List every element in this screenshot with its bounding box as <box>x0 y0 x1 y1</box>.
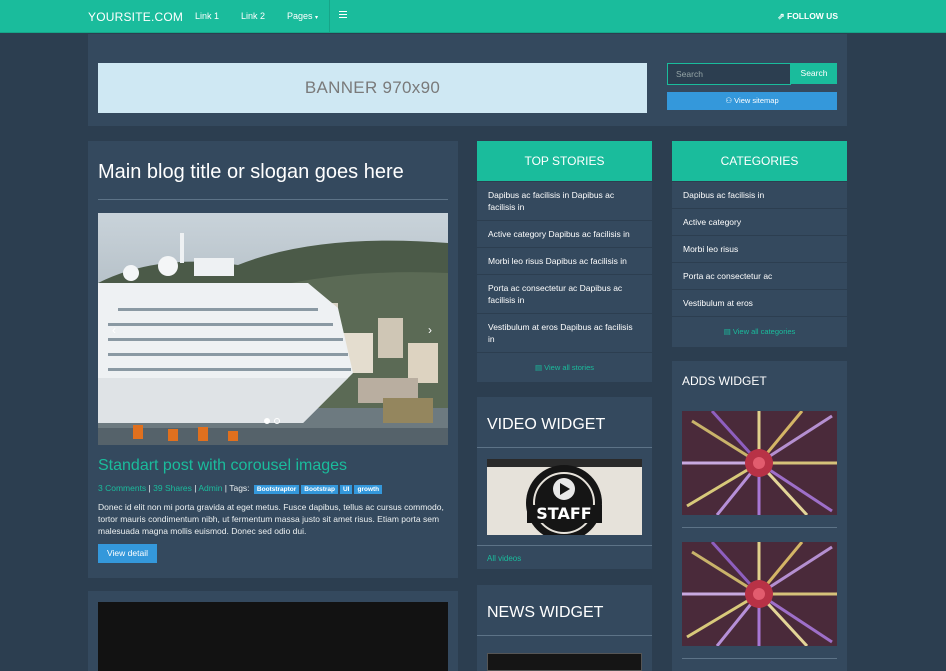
post-meta: 3 Comments | 39 Shares | Admin | Tags: B… <box>98 483 383 494</box>
list-icon: ▤ <box>723 327 731 336</box>
author-link[interactable]: Admin <box>198 483 222 493</box>
search-button[interactable]: Search <box>791 63 837 84</box>
cruise-ship-image <box>98 213 448 445</box>
list-item[interactable]: Dapibus ac facilisis in Dapibus ac facil… <box>477 181 652 221</box>
adds-widget-title: ADDS WIDGET <box>682 374 767 388</box>
header-area: BANNER 970x90 Search Search ⚇ View sitem… <box>88 34 847 126</box>
shares-link[interactable]: 39 Shares <box>153 483 192 493</box>
video-widget: VIDEO WIDGET STAFF All videos <box>477 397 652 569</box>
tag-badge[interactable]: Bootstraptor <box>253 485 300 494</box>
menu-icon[interactable] <box>339 11 347 20</box>
tag-badge[interactable]: UI <box>339 485 353 494</box>
view-sitemap-button[interactable]: ⚇ View sitemap <box>667 92 837 110</box>
list-item[interactable]: Porta ac consectetur ac <box>672 262 847 290</box>
view-all-categories-link[interactable]: ▤ View all categories <box>672 327 847 336</box>
top-stories-title: TOP STORIES <box>477 141 652 181</box>
news-widget: NEWS WIDGET <box>477 585 652 671</box>
list-item[interactable]: Morbi leo risus Dapibus ac facilisis in <box>477 247 652 275</box>
list-item[interactable]: Dapibus ac facilisis in <box>672 181 847 209</box>
carousel-indicator-active[interactable] <box>264 418 270 424</box>
sitemap-icon: ⚇ <box>725 96 733 105</box>
divider <box>477 447 652 448</box>
nav-link-2[interactable]: Link 2 <box>241 11 265 21</box>
main-post: Main blog title or slogan goes here ‹ › … <box>88 141 458 578</box>
site-brand[interactable]: YOURSITE.COM <box>88 10 183 24</box>
second-post <box>88 591 458 671</box>
carousel-next-icon[interactable]: › <box>428 323 432 337</box>
view-detail-button[interactable]: View detail <box>98 544 157 563</box>
ad-image[interactable] <box>682 542 837 646</box>
list-item[interactable]: Vestibulum at eros <box>672 289 847 317</box>
share-icon: ⇗ <box>777 11 785 21</box>
top-navbar: YOURSITE.COM Link 1 Link 2 Pages ▾ ⇗ FOL… <box>0 0 946 33</box>
list-item[interactable]: Vestibulum at eros Dapibus ac facilisis … <box>477 313 652 353</box>
list-item[interactable]: Porta ac consectetur ac Dapibus ac facil… <box>477 274 652 314</box>
news-widget-title: NEWS WIDGET <box>487 604 604 621</box>
video-thumbnail[interactable]: STAFF <box>487 459 642 535</box>
divider <box>477 545 652 546</box>
video-widget-title: VIDEO WIDGET <box>487 416 606 433</box>
list-icon: ▤ <box>534 363 543 372</box>
thumb-text: STAFF <box>536 504 591 523</box>
image-carousel[interactable]: ‹ › <box>98 213 448 445</box>
page-title: Main blog title or slogan goes here <box>98 161 404 183</box>
banner-placeholder: BANNER 970x90 <box>98 63 647 113</box>
follow-us-link[interactable]: ⇗ FOLLOW US <box>778 11 839 22</box>
title-divider <box>98 199 448 200</box>
top-stories-widget: TOP STORIES Dapibus ac facilisis in Dapi… <box>477 141 652 382</box>
all-videos-link[interactable]: All videos <box>487 554 521 563</box>
tags-label: Tags: <box>229 483 250 493</box>
list-item[interactable]: Active category Dapibus ac facilisis in <box>477 220 652 248</box>
view-all-stories-link[interactable]: ▤ View all stories <box>477 363 652 372</box>
categories-title: CATEGORIES <box>672 141 847 181</box>
divider <box>477 635 652 636</box>
divider <box>682 658 837 659</box>
divider <box>682 527 837 528</box>
post-title-link[interactable]: Standart post with corousel images <box>98 457 347 475</box>
ad-image[interactable] <box>682 411 837 515</box>
list-item[interactable]: Morbi leo risus <box>672 235 847 263</box>
news-thumbnail[interactable] <box>487 653 642 671</box>
nav-link-1[interactable]: Link 1 <box>195 11 219 21</box>
tag-badge[interactable]: growth <box>354 485 383 494</box>
carousel-indicator[interactable] <box>274 418 280 424</box>
nav-pages-dropdown[interactable]: Pages ▾ <box>287 11 318 21</box>
caret-down-icon: ▾ <box>315 15 319 21</box>
post-excerpt: Donec id elit non mi porta gravida at eg… <box>98 502 444 536</box>
video-thumbnail[interactable] <box>98 602 448 671</box>
adds-widget: ADDS WIDGET <box>672 361 847 671</box>
video-play-graphic: STAFF <box>487 459 642 535</box>
comments-link[interactable]: 3 Comments <box>98 483 146 493</box>
categories-widget: CATEGORIES Dapibus ac facilisis in Activ… <box>672 141 847 347</box>
search-input[interactable]: Search <box>667 63 791 85</box>
carousel-prev-icon[interactable]: ‹ <box>112 323 116 337</box>
list-item[interactable]: Active category <box>672 208 847 236</box>
nav-divider <box>329 0 330 33</box>
tag-badge[interactable]: Bootstrap <box>301 485 338 494</box>
